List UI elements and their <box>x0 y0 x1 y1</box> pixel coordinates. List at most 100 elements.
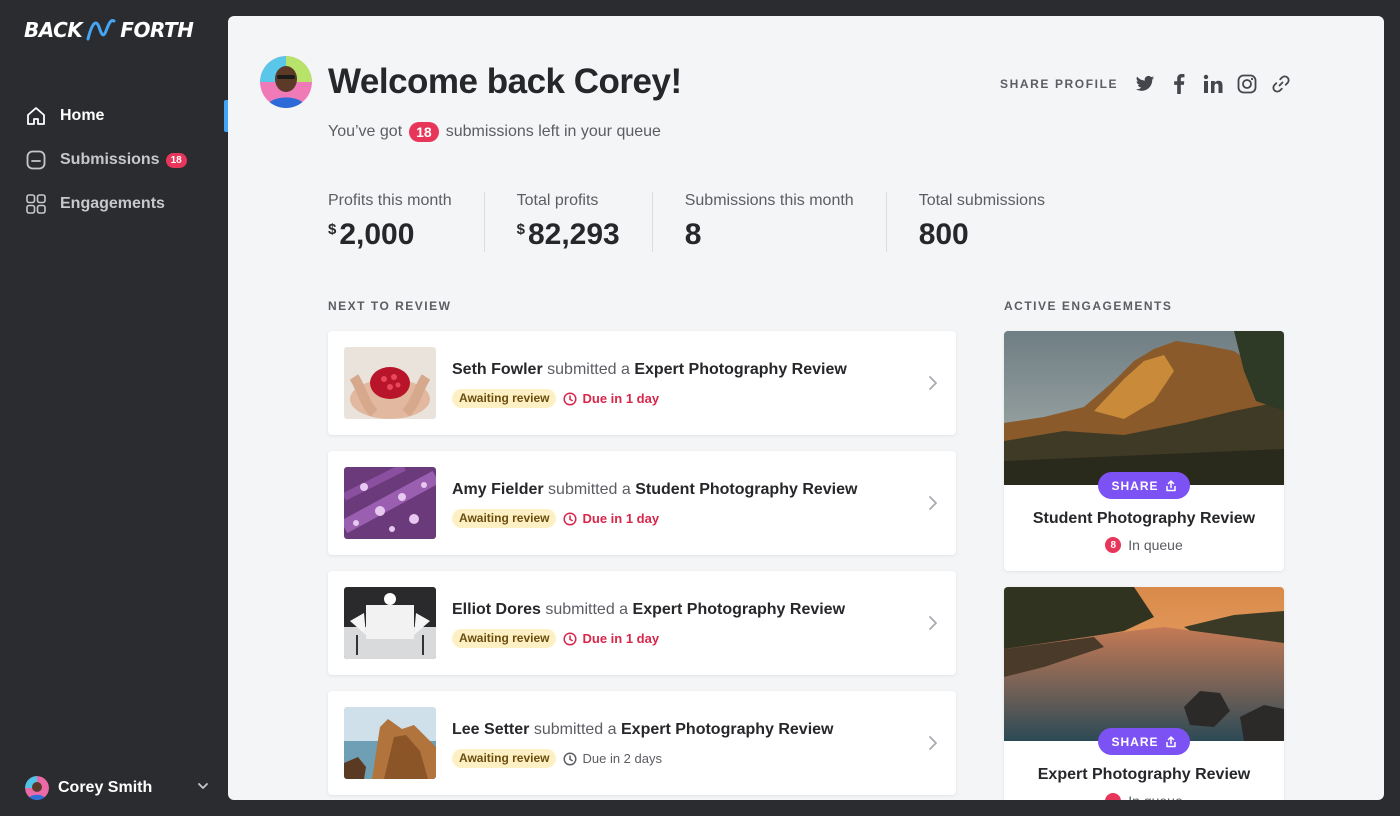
share-button[interactable]: SHARE <box>1098 728 1190 755</box>
stat-value: $ 2,000 <box>328 218 452 252</box>
stat-total-submissions: Total submissions 800 <box>885 192 1077 252</box>
engagement-card[interactable]: SHARE Expert Photography Review In queue <box>1004 587 1284 800</box>
status-badge: Awaiting review <box>452 749 557 768</box>
review-card-meta: Awaiting review Due in 2 days <box>452 749 662 768</box>
review-type: Expert Photography Review <box>632 601 846 618</box>
clock-icon <box>563 391 578 406</box>
review-card-meta: Awaiting review Due in 1 day <box>452 629 659 648</box>
engagement-queue: 8 In queue <box>1004 537 1284 553</box>
sidebar-item-label: Engagements <box>60 195 165 212</box>
twitter-icon[interactable] <box>1134 73 1156 95</box>
submitted-connector: submitted a <box>533 721 617 738</box>
submitted-connector: submitted a <box>547 361 630 378</box>
facebook-icon[interactable] <box>1168 73 1190 95</box>
review-card-title: Elliot Dores submitted a Expert Photogra… <box>452 601 845 619</box>
queue-count-badge <box>1105 793 1122 800</box>
submission-thumbnail <box>344 707 436 779</box>
brand-logo-right: FORTH <box>120 18 194 42</box>
submission-thumbnail <box>344 347 436 419</box>
review-card-title: Amy Fielder submitted a Student Photogra… <box>452 481 857 499</box>
engagement-list: SHARE Student Photography Review 8 In qu… <box>1004 331 1284 800</box>
sidebar-item-submissions[interactable]: Submissions 18 <box>0 138 228 182</box>
sidebar-nav: Home Submissions 18 Engagements <box>0 94 228 226</box>
link-icon[interactable] <box>1270 73 1292 95</box>
sidebar: BACK FORTH Home Submissions 18 Engagemen… <box>0 0 228 816</box>
queue-count-badge: 8 <box>1105 537 1122 553</box>
status-badge: Awaiting review <box>452 509 557 528</box>
sidebar-item-label: Submissions <box>60 151 160 168</box>
instagram-icon[interactable] <box>1236 73 1258 95</box>
queue-count-badge: 18 <box>409 122 439 142</box>
user-menu[interactable]: Corey Smith <box>25 776 210 800</box>
chevron-right-icon[interactable] <box>928 735 938 756</box>
share-button[interactable]: SHARE <box>1098 472 1190 499</box>
review-card-meta: Awaiting review Due in 1 day <box>452 389 659 408</box>
clock-icon <box>563 751 578 766</box>
engagement-card[interactable]: SHARE Student Photography Review 8 In qu… <box>1004 331 1284 571</box>
review-card[interactable]: Seth Fowler submitted a Expert Photograp… <box>328 331 956 435</box>
submissions-count-badge: 18 <box>165 152 187 168</box>
stat-number: 800 <box>918 218 969 251</box>
share-icon <box>1165 735 1176 747</box>
stat-submissions-month: Submissions this month 8 <box>651 192 886 252</box>
queue-summary: You’ve got 18 submissions left in your q… <box>328 122 661 142</box>
stats-row: Profits this month $ 2,000 Total profits… <box>328 192 1077 252</box>
due-date: Due in 1 day <box>563 511 659 526</box>
stat-number: 2,000 <box>339 218 415 251</box>
due-date: Due in 1 day <box>563 631 659 646</box>
review-card[interactable]: Elliot Dores submitted a Expert Photogra… <box>328 571 956 675</box>
stat-label: Total submissions <box>918 192 1045 209</box>
chevron-right-icon[interactable] <box>928 375 938 396</box>
engagement-image <box>1004 331 1284 485</box>
share-icon <box>1165 479 1176 491</box>
chevron-right-icon[interactable] <box>928 615 938 636</box>
due-text: Due in 1 day <box>582 631 660 646</box>
share-profile: SHARE PROFILE <box>1000 72 1304 96</box>
stat-number: 82,293 <box>527 218 620 251</box>
review-card-title: Seth Fowler submitted a Expert Photograp… <box>452 361 847 379</box>
stat-number: 8 <box>684 218 702 251</box>
submitted-connector: submitted a <box>545 601 629 618</box>
review-type: Expert Photography Review <box>634 361 847 378</box>
sidebar-item-engagements[interactable]: Engagements <box>0 182 228 226</box>
queue-suffix: submissions left in your queue <box>445 123 661 140</box>
chevron-right-icon[interactable] <box>928 495 938 516</box>
engagement-image <box>1004 587 1284 741</box>
page-title: Welcome back Corey! <box>328 62 682 101</box>
submitted-connector: submitted a <box>548 481 631 498</box>
currency-symbol: $ <box>516 221 525 238</box>
currency-symbol: $ <box>328 221 337 238</box>
stat-label: Submissions this month <box>684 192 854 209</box>
home-icon <box>25 105 47 127</box>
sidebar-item-label: Home <box>60 107 105 124</box>
profile-avatar <box>260 56 312 108</box>
stat-value: 800 <box>919 218 1045 252</box>
brand-logo[interactable]: BACK FORTH <box>24 17 194 43</box>
review-card-title: Lee Setter submitted a Expert Photograph… <box>452 721 834 739</box>
stat-value: $ 82,293 <box>517 218 620 252</box>
stat-profits-month: Profits this month $ 2,000 <box>328 192 484 252</box>
queue-label: In queue <box>1128 793 1183 800</box>
submitter-name: Amy Fielder <box>452 481 544 498</box>
linkedin-icon[interactable] <box>1202 73 1224 95</box>
stat-total-profits: Total profits $ 82,293 <box>483 192 652 252</box>
user-name: Corey Smith <box>58 779 153 796</box>
stat-label: Profits this month <box>328 192 452 209</box>
review-card[interactable]: Lee Setter submitted a Expert Photograph… <box>328 691 956 795</box>
status-badge: Awaiting review <box>452 389 557 408</box>
active-engagements-title: ACTIVE ENGAGEMENTS <box>1004 299 1173 313</box>
share-profile-label: SHARE PROFILE <box>1000 77 1119 91</box>
due-text: Due in 1 day <box>582 511 660 526</box>
chevron-down-icon[interactable] <box>196 779 210 798</box>
share-button-label: SHARE <box>1111 734 1159 749</box>
queue-prefix: You’ve got <box>328 123 403 140</box>
queue-label: In queue <box>1128 537 1183 553</box>
due-text: Due in 1 day <box>582 391 660 406</box>
stat-label: Total profits <box>516 192 599 209</box>
engagement-queue: In queue <box>1004 793 1284 800</box>
review-card[interactable]: Amy Fielder submitted a Student Photogra… <box>328 451 956 555</box>
submission-thumbnail <box>344 587 436 659</box>
grid-icon <box>25 193 47 215</box>
stat-value: 8 <box>685 218 854 252</box>
sidebar-item-home[interactable]: Home <box>0 94 228 138</box>
